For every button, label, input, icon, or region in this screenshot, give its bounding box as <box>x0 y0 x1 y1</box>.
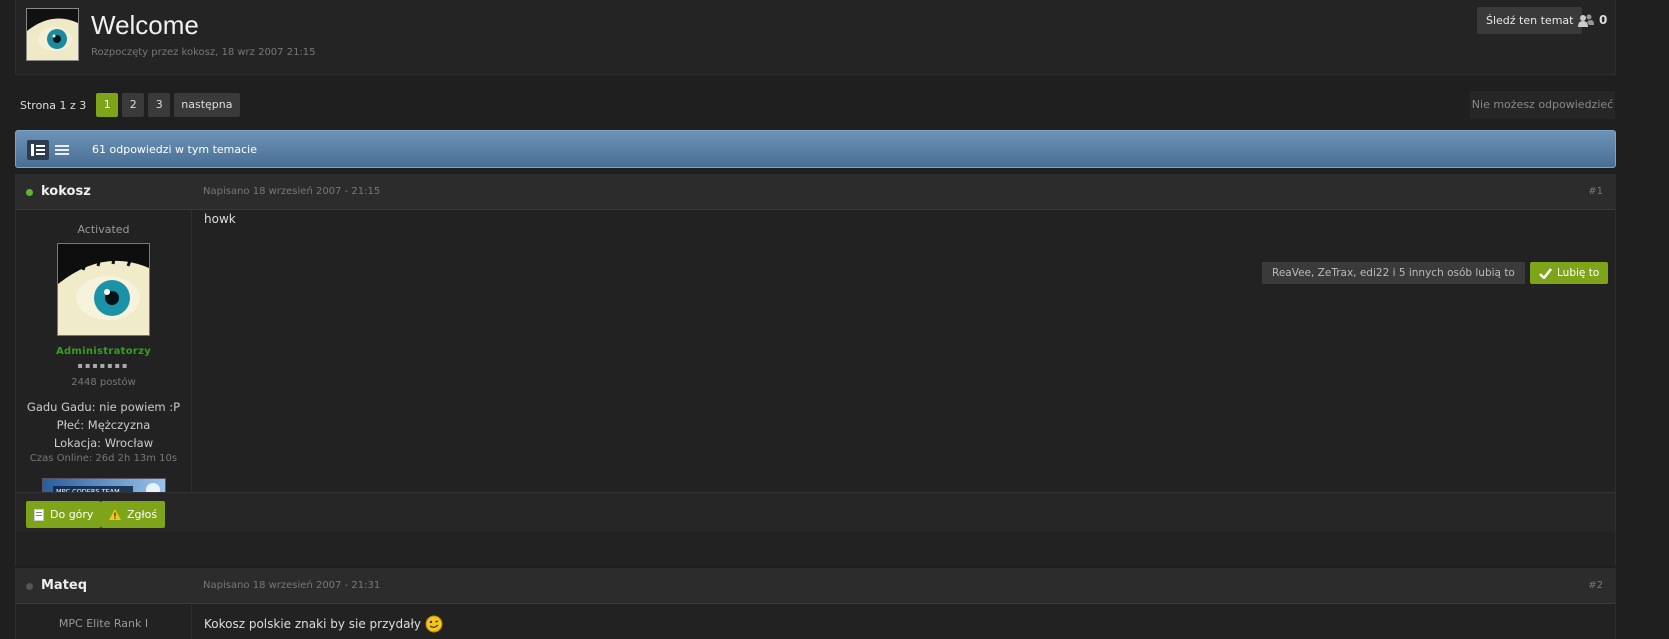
pagination: Strona 1 z 3 1 2 3 następna <box>20 92 240 118</box>
next-page-link[interactable]: następna <box>174 93 240 117</box>
post-number-link[interactable]: #1 <box>1588 186 1603 197</box>
standard-view-icon[interactable] <box>27 140 49 160</box>
post-footer: Do góry Zgłoś <box>16 492 1615 532</box>
post-number-link[interactable]: #2 <box>1588 580 1603 591</box>
post-1: kokosz Napisano 18 wrzesień 2007 - 21:15… <box>15 174 1616 566</box>
followers-number: 0 <box>1599 13 1608 27</box>
offline-status-icon <box>26 583 33 590</box>
warning-icon <box>109 509 121 520</box>
post-author[interactable]: kokosz <box>41 184 91 199</box>
topic-header: Welcome Rozpoczęty przez kokosz, 18 wrz … <box>15 0 1616 75</box>
member-rank: Activated <box>77 223 130 236</box>
outline-view-icon[interactable] <box>51 140 73 160</box>
back-to-top-label: Do góry <box>50 508 94 521</box>
gadu-gadu-field: Gadu Gadu: nie powiem :P <box>26 400 181 414</box>
author-info: Activated Administratorzy ▪▪▪▪▪▪▪ 2448 p… <box>16 210 192 527</box>
online-status-icon <box>26 189 33 196</box>
post-author[interactable]: Mateq <box>41 578 87 593</box>
smiley-icon <box>425 615 443 633</box>
author-post-count: 2448 postów <box>71 377 136 388</box>
author-avatar-large[interactable] <box>57 243 150 336</box>
post-date: Napisano 18 wrzesień 2007 - 21:31 <box>203 580 381 591</box>
topic-mode-bar: 61 odpowiedzi w tym temacie <box>15 130 1616 168</box>
back-to-top-button[interactable]: Do góry <box>26 501 102 528</box>
topic-meta: Rozpoczęty przez kokosz, 18 wrz 2007 21:… <box>91 47 316 58</box>
location-field: Lokacja: Wrocław <box>53 436 154 450</box>
post-2: Mateq Napisano 18 wrzesień 2007 - 21:31 … <box>15 568 1616 639</box>
report-label: Zgłoś <box>127 508 158 521</box>
post-header: kokosz Napisano 18 wrzesień 2007 - 21:15… <box>16 174 1615 210</box>
checkmark-icon <box>1539 267 1552 279</box>
page-icon <box>34 508 44 521</box>
likers-list[interactable]: ReaVee, ZeTrax, edi22 i 5 innych osób lu… <box>1262 262 1525 284</box>
followers-count[interactable]: 0 <box>1578 13 1607 27</box>
author-info: MPC Elite Rank I <box>16 604 192 639</box>
gender-field: Płeć: Mężczyzna <box>56 418 151 432</box>
rank-pips: ▪▪▪▪▪▪▪ <box>77 361 130 370</box>
page-1-link[interactable]: 1 <box>96 93 119 117</box>
topic-title: Welcome <box>91 10 199 40</box>
online-time: Czas Online: 26d 2h 13m 10s <box>29 453 178 464</box>
like-label: Lubię to <box>1557 267 1600 279</box>
report-button[interactable]: Zgłoś <box>101 501 166 528</box>
member-group: Administratorzy <box>55 346 152 357</box>
member-rank: MPC Elite Rank I <box>58 617 149 630</box>
cannot-reply-notice: Nie możesz odpowiedzieć <box>1470 91 1615 119</box>
post-date: Napisano 18 wrzesień 2007 - 21:15 <box>203 186 381 197</box>
author-avatar[interactable] <box>26 8 79 61</box>
page-label: Strona 1 z 3 <box>20 98 87 112</box>
post-content: howk <box>204 212 236 226</box>
users-icon <box>1578 14 1594 27</box>
page-3-link[interactable]: 3 <box>148 93 171 117</box>
page-2-link[interactable]: 2 <box>122 93 145 117</box>
post-text: Kokosz polskie znaki by sie przydały <box>204 617 421 631</box>
post-content: Kokosz polskie znaki by sie przydały <box>204 615 443 633</box>
reply-count: 61 odpowiedzi w tym temacie <box>92 143 257 156</box>
post-header: Mateq Napisano 18 wrzesień 2007 - 21:31 … <box>16 568 1615 604</box>
follow-topic-button[interactable]: Śledź ten temat <box>1477 7 1583 34</box>
like-button[interactable]: Lubię to <box>1530 262 1609 284</box>
